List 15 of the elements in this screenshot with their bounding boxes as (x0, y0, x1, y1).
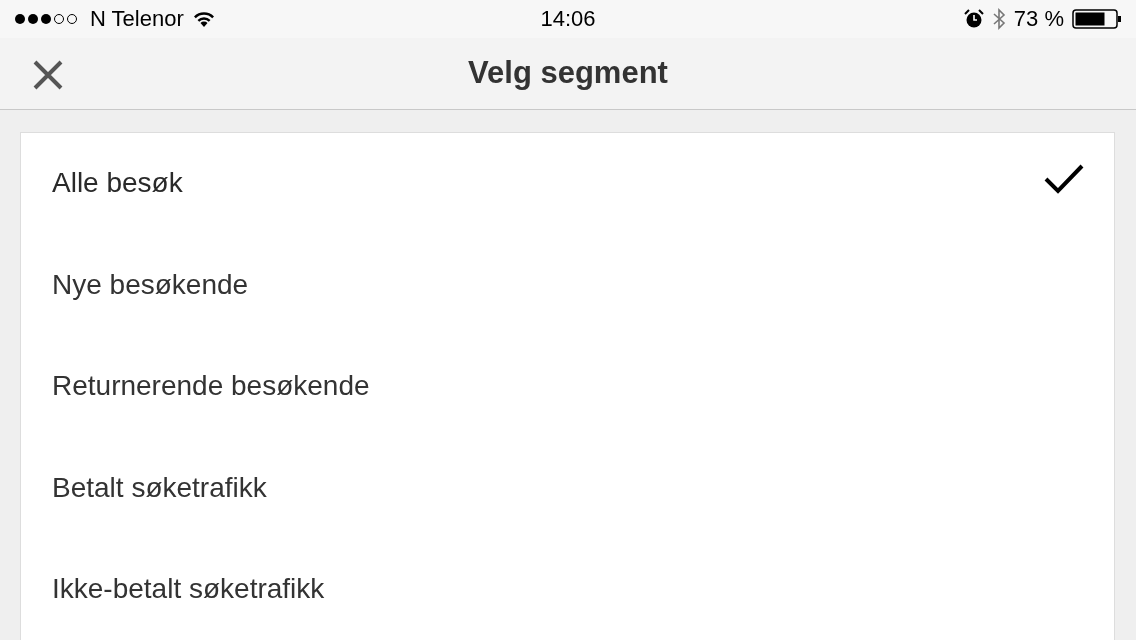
battery-icon (1072, 8, 1122, 29)
segment-option[interactable]: Nye besøkende (21, 234, 1114, 336)
clock-time: 14:06 (540, 5, 596, 32)
alarm-clock-icon (963, 8, 984, 29)
segment-option[interactable]: Betalt søketrafikk (21, 437, 1114, 539)
wifi-icon (191, 9, 216, 28)
screen-title: Velg segment (468, 55, 668, 92)
segment-option[interactable]: Alle besøk (21, 132, 1114, 234)
bluetooth-icon (991, 6, 1006, 31)
close-button[interactable] (32, 58, 64, 91)
battery-percent: 73 % (1013, 5, 1064, 32)
segment-option[interactable]: Returnerende besøkende (21, 335, 1114, 437)
checkmark-icon (1044, 163, 1084, 196)
segment-option[interactable]: Ikke-betalt søketrafikk (21, 538, 1114, 640)
carrier-name: N Telenor (90, 5, 184, 32)
